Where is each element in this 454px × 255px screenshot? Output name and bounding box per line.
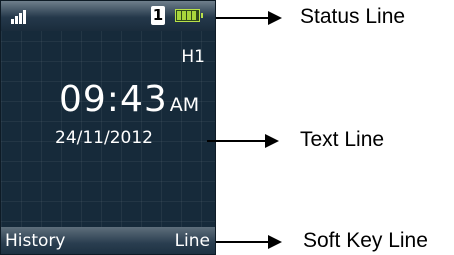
status-bar: 1 (1, 1, 215, 31)
soft-key-line-label: Soft Key Line (303, 229, 428, 252)
softkey-line[interactable]: Line (175, 231, 210, 251)
signal-strength-icon (11, 10, 27, 24)
clock-am-pm: AM (169, 94, 200, 116)
clock: 09:43 AM (59, 79, 199, 120)
softkey-history[interactable]: History (5, 231, 65, 251)
clock-date: 24/11/2012 (55, 128, 153, 148)
softkey-bar: History Line (1, 227, 215, 254)
status-line-label: Status Line (300, 5, 406, 28)
status-line-arrow (216, 11, 282, 25)
line-number-badge: 1 (151, 6, 165, 25)
clock-time: 09:43 (59, 79, 168, 120)
battery-icon (175, 9, 203, 22)
text-line-arrow (207, 134, 279, 148)
handset-name: H1 (181, 47, 205, 67)
text-line-label: Text Line (300, 128, 385, 151)
phone-screen: 1 H1 09:43 AM 24/11/2012 History Line (0, 0, 216, 255)
soft-key-line-arrow (216, 235, 282, 249)
